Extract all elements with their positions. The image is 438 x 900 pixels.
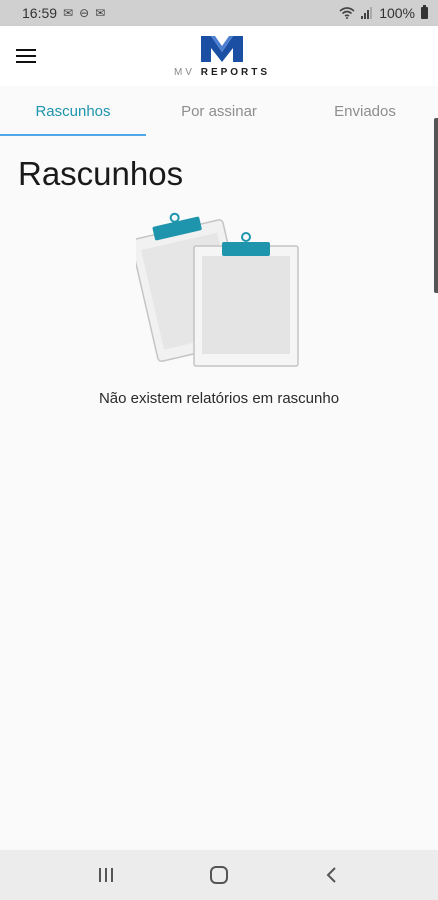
page-title: Rascunhos <box>18 155 184 192</box>
system-nav-bar <box>0 850 438 900</box>
home-button[interactable] <box>199 855 239 895</box>
hamburger-menu-icon <box>16 49 36 51</box>
mail-icon: ✉ <box>95 6 106 20</box>
status-left: 16:59 ✉ ⊖ ✉ <box>22 5 105 21</box>
tab-enviados[interactable]: Enviados <box>292 86 438 136</box>
mail-icon: ✉ <box>63 6 74 20</box>
hamburger-menu-icon-line <box>16 55 36 57</box>
recent-apps-icon <box>99 868 114 882</box>
wifi-icon <box>339 7 355 19</box>
recent-apps-button[interactable] <box>86 855 126 895</box>
signal-icon <box>361 7 373 19</box>
clipboards-icon <box>130 208 306 378</box>
status-time: 16:59 <box>22 5 58 21</box>
back-button[interactable] <box>312 855 352 895</box>
status-bar: 16:59 ✉ ⊖ ✉ 100% <box>0 0 438 26</box>
battery-percent: 100% <box>379 5 415 21</box>
tab-por-assinar[interactable]: Por assinar <box>146 86 292 136</box>
status-right: 100% <box>339 5 428 21</box>
mv-logo-mark-icon <box>201 36 243 62</box>
battery-icon <box>421 5 428 19</box>
logo-reports: REPORTS <box>200 67 271 78</box>
do-not-disturb-icon: ⊖ <box>79 6 90 20</box>
home-icon <box>209 866 228 884</box>
app-header: MV REPORTS <box>0 26 438 86</box>
hamburger-menu-icon-line <box>16 61 36 63</box>
back-icon <box>326 867 336 883</box>
logo-text: MV REPORTS <box>174 67 270 78</box>
edge-panel-handle[interactable] <box>434 118 438 293</box>
mv-reports-logo: MV REPORTS <box>166 34 278 80</box>
tab-bar: Rascunhos Por assinar Enviados <box>0 86 438 136</box>
menu-button[interactable] <box>16 43 44 69</box>
empty-state-message: Não existem relatórios em rascunho <box>98 390 340 407</box>
tab-rascunhos[interactable]: Rascunhos <box>0 86 146 136</box>
logo-mv: MV <box>173 67 195 78</box>
